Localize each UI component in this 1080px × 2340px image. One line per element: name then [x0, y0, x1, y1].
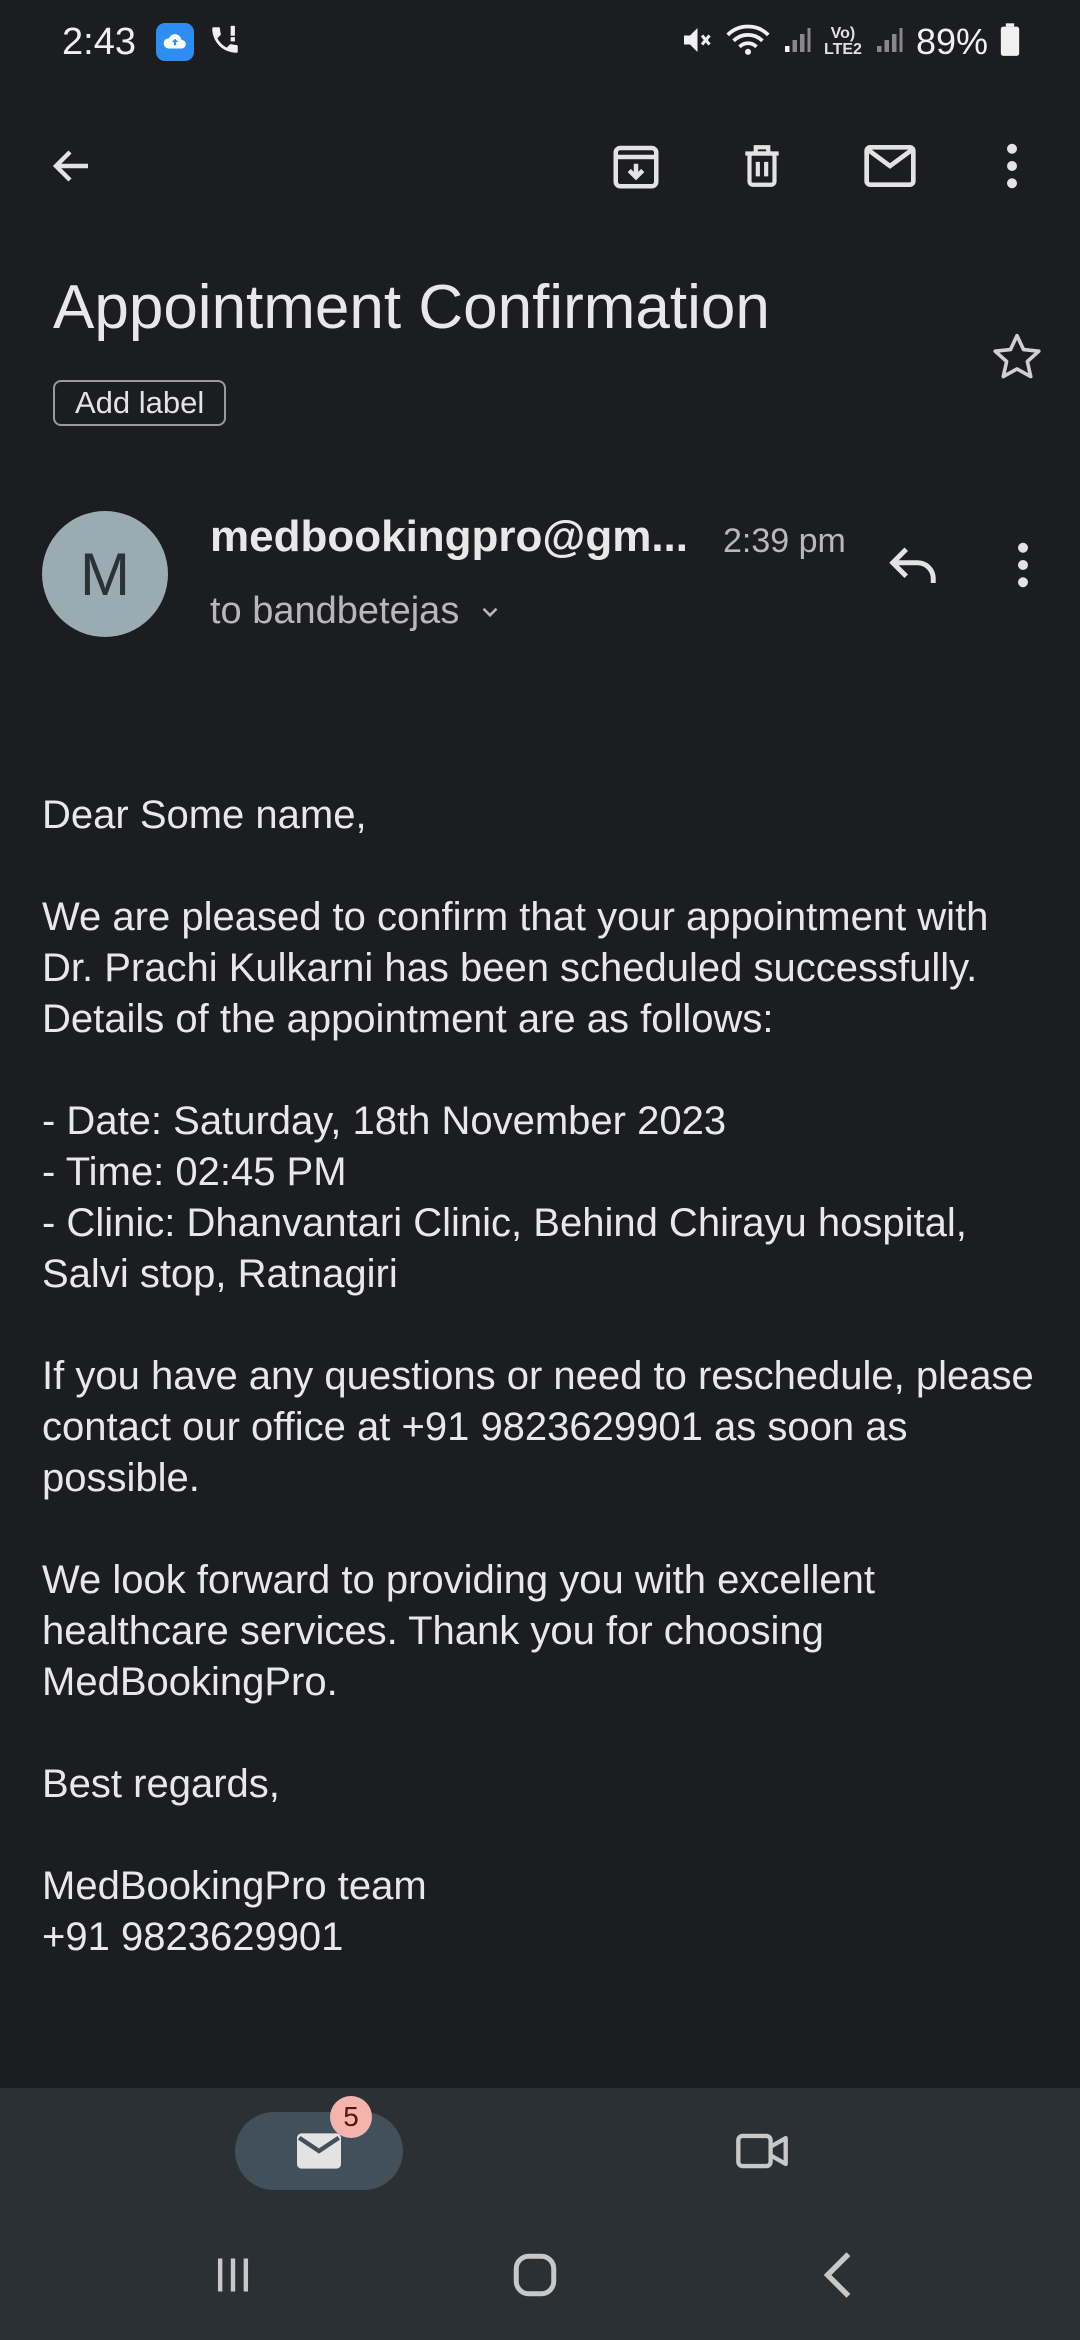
appointment-date: - Date: Saturday, 18th November 2023: [42, 1099, 727, 1143]
archive-icon: [613, 145, 659, 189]
bottom-navigation: 5: [0, 2088, 1080, 2210]
star-button[interactable]: [985, 325, 1049, 389]
email-body: Dear Some name, We are pleased to confir…: [42, 790, 1042, 2014]
body-paragraph-1: We are pleased to confirm that your appo…: [42, 895, 989, 1041]
mail-icon: [297, 2133, 341, 2169]
battery-percent: 89%: [915, 21, 988, 62]
chevron-left-icon: [823, 2252, 851, 2298]
home-button[interactable]: [495, 2240, 575, 2310]
signature-phone: +91 9823629901: [42, 1915, 344, 1959]
mark-unread-button[interactable]: [844, 120, 936, 212]
archive-button[interactable]: [590, 120, 682, 212]
lte-label: LTE2: [824, 41, 862, 58]
recipient-details[interactable]: to bandbetejas: [210, 590, 503, 633]
delete-button[interactable]: [716, 120, 808, 212]
signal-icon: [782, 25, 812, 60]
system-back-button[interactable]: [798, 2240, 878, 2310]
appointment-time: - Time: 02:45 PM: [42, 1150, 347, 1194]
sender-name[interactable]: medbookingpro@gm...: [210, 512, 688, 562]
reply-button[interactable]: [878, 530, 948, 600]
more-options-button[interactable]: [966, 120, 1058, 212]
signature: MedBookingPro team +91 9823629901: [42, 1861, 1042, 1963]
volte-indicator: Vo) LTE2: [824, 26, 862, 58]
unread-badge: 5: [330, 2096, 372, 2138]
closing: Best regards,: [42, 1762, 280, 1806]
cloud-upload-icon: [155, 23, 194, 61]
system-navigation-bar: [0, 2210, 1080, 2340]
trash-icon: [745, 145, 779, 187]
more-vertical-icon: [1007, 143, 1017, 189]
greeting: Dear Some name,: [42, 793, 367, 837]
arrow-left-icon: [52, 150, 88, 182]
back-button[interactable]: [26, 120, 118, 212]
chevron-down-icon: [482, 607, 498, 617]
recent-apps-button[interactable]: [193, 2240, 273, 2310]
recipient-label: to bandbetejas: [210, 590, 460, 632]
signal-icon-2: [874, 25, 904, 60]
email-subject: Appointment Confirmation: [53, 273, 770, 342]
email-toolbar: [0, 120, 1080, 212]
sender-avatar[interactable]: M: [42, 511, 168, 637]
appointment-details: - Date: Saturday, 18th November 2023 - T…: [42, 1096, 1042, 1300]
mail-icon: [864, 145, 916, 187]
add-label-button[interactable]: Add label: [53, 380, 227, 426]
message-more-button[interactable]: [1000, 530, 1046, 600]
missed-call-icon: [208, 23, 242, 62]
meet-tab[interactable]: [722, 2112, 802, 2190]
mute-icon: [678, 22, 714, 63]
recent-apps-icon: [217, 2258, 249, 2292]
home-icon: [513, 2253, 557, 2297]
reply-icon: [889, 547, 936, 583]
wifi-icon: [726, 22, 770, 63]
email-time: 2:39 pm: [723, 522, 846, 560]
mail-tab[interactable]: [235, 2112, 403, 2190]
more-vertical-icon: [1018, 542, 1028, 588]
volte-label: Vo): [830, 25, 856, 42]
star-icon: [993, 333, 1041, 379]
appointment-clinic: - Clinic: Dhanvantari Clinic, Behind Chi…: [42, 1201, 967, 1296]
signature-name: MedBookingPro team: [42, 1864, 427, 1908]
body-paragraph-2: If you have any questions or need to res…: [42, 1354, 1034, 1500]
body-paragraph-3: We look forward to providing you with ex…: [42, 1558, 876, 1704]
battery-icon: [1000, 22, 1020, 62]
status-bar: 2:43 Vo) LTE2 89%: [0, 0, 1080, 84]
status-time: 2:43: [62, 20, 136, 63]
video-camera-icon: [736, 2133, 788, 2169]
